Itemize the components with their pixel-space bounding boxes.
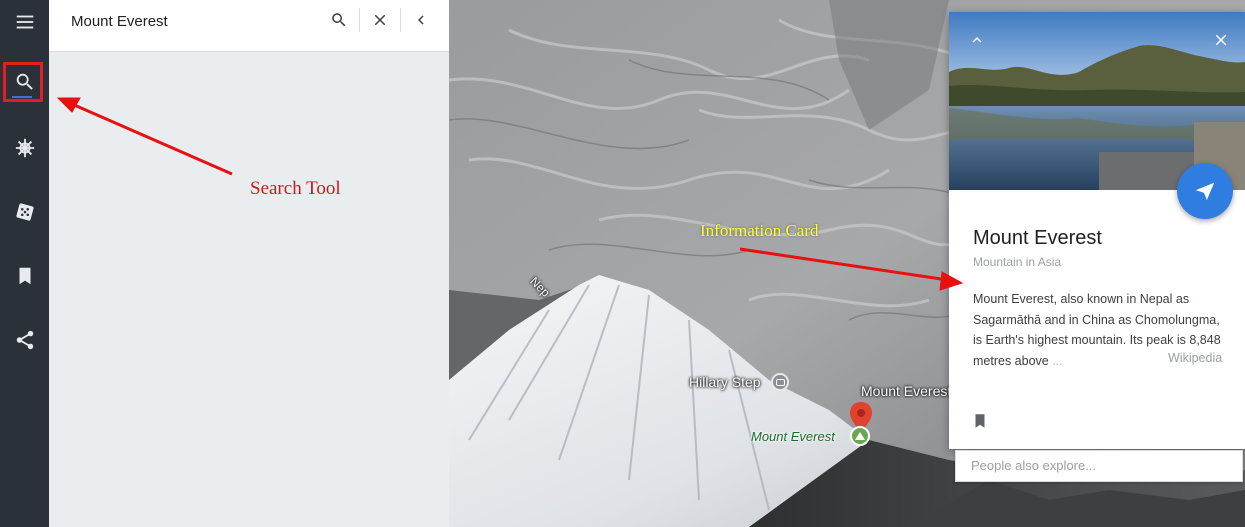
annotation-search-tool: Search Tool [250, 178, 341, 199]
ship-wheel-icon [15, 138, 34, 158]
close-icon [374, 14, 386, 26]
place-subtitle: Mountain in Asia [973, 255, 1062, 269]
description-fade: ... [1048, 353, 1063, 368]
my-places-button[interactable] [0, 254, 49, 298]
people-also-explore[interactable] [955, 450, 1243, 482]
photo-sphere-icon[interactable] [771, 373, 789, 391]
dice-icon [15, 203, 34, 221]
chevron-left-icon [418, 15, 424, 25]
bookmark-icon [19, 267, 30, 285]
people-also-explore-input[interactable] [971, 458, 1231, 473]
menu-icon [16, 15, 33, 29]
information-card: Mount Everest Mountain in Asia Mount Eve… [949, 12, 1245, 449]
place-title: Mount Everest [973, 227, 1102, 249]
share-icon [16, 330, 33, 350]
collapse-panel-button[interactable] [407, 8, 435, 32]
fly-to-button[interactable] [1177, 163, 1233, 219]
close-card-button[interactable] [1209, 28, 1233, 52]
annotation-information-card: Information Card [700, 221, 819, 240]
search-panel [49, 0, 449, 527]
chevron-up-icon [972, 37, 982, 43]
divider [400, 8, 401, 32]
share-button[interactable] [0, 318, 49, 362]
search-input[interactable] [71, 10, 311, 32]
feeling-lucky-button[interactable] [0, 190, 49, 234]
send-icon [1195, 182, 1215, 201]
mountain-peak-icon[interactable] [850, 426, 870, 446]
search-bar [49, 0, 449, 52]
divider [359, 8, 360, 32]
voyager-button[interactable] [0, 126, 49, 170]
search-icon [332, 13, 346, 27]
close-icon [1215, 34, 1227, 46]
map-label-mount-everest-summit[interactable]: Mount Everest [751, 429, 835, 444]
active-tab-indicator [12, 96, 32, 98]
map-label-hillary-step[interactable]: Hillary Step [689, 374, 761, 390]
collapse-card-button[interactable] [965, 28, 989, 52]
wikipedia-link[interactable]: Wikipedia [1168, 351, 1222, 365]
clear-search-button[interactable] [366, 8, 394, 32]
bookmark-icon [975, 414, 985, 428]
menu-button[interactable] [0, 0, 49, 44]
save-place-button[interactable] [971, 411, 991, 433]
map-label-mount-everest[interactable]: Mount Everest [861, 383, 951, 399]
search-submit-button[interactable] [325, 8, 353, 32]
left-rail [0, 0, 49, 527]
